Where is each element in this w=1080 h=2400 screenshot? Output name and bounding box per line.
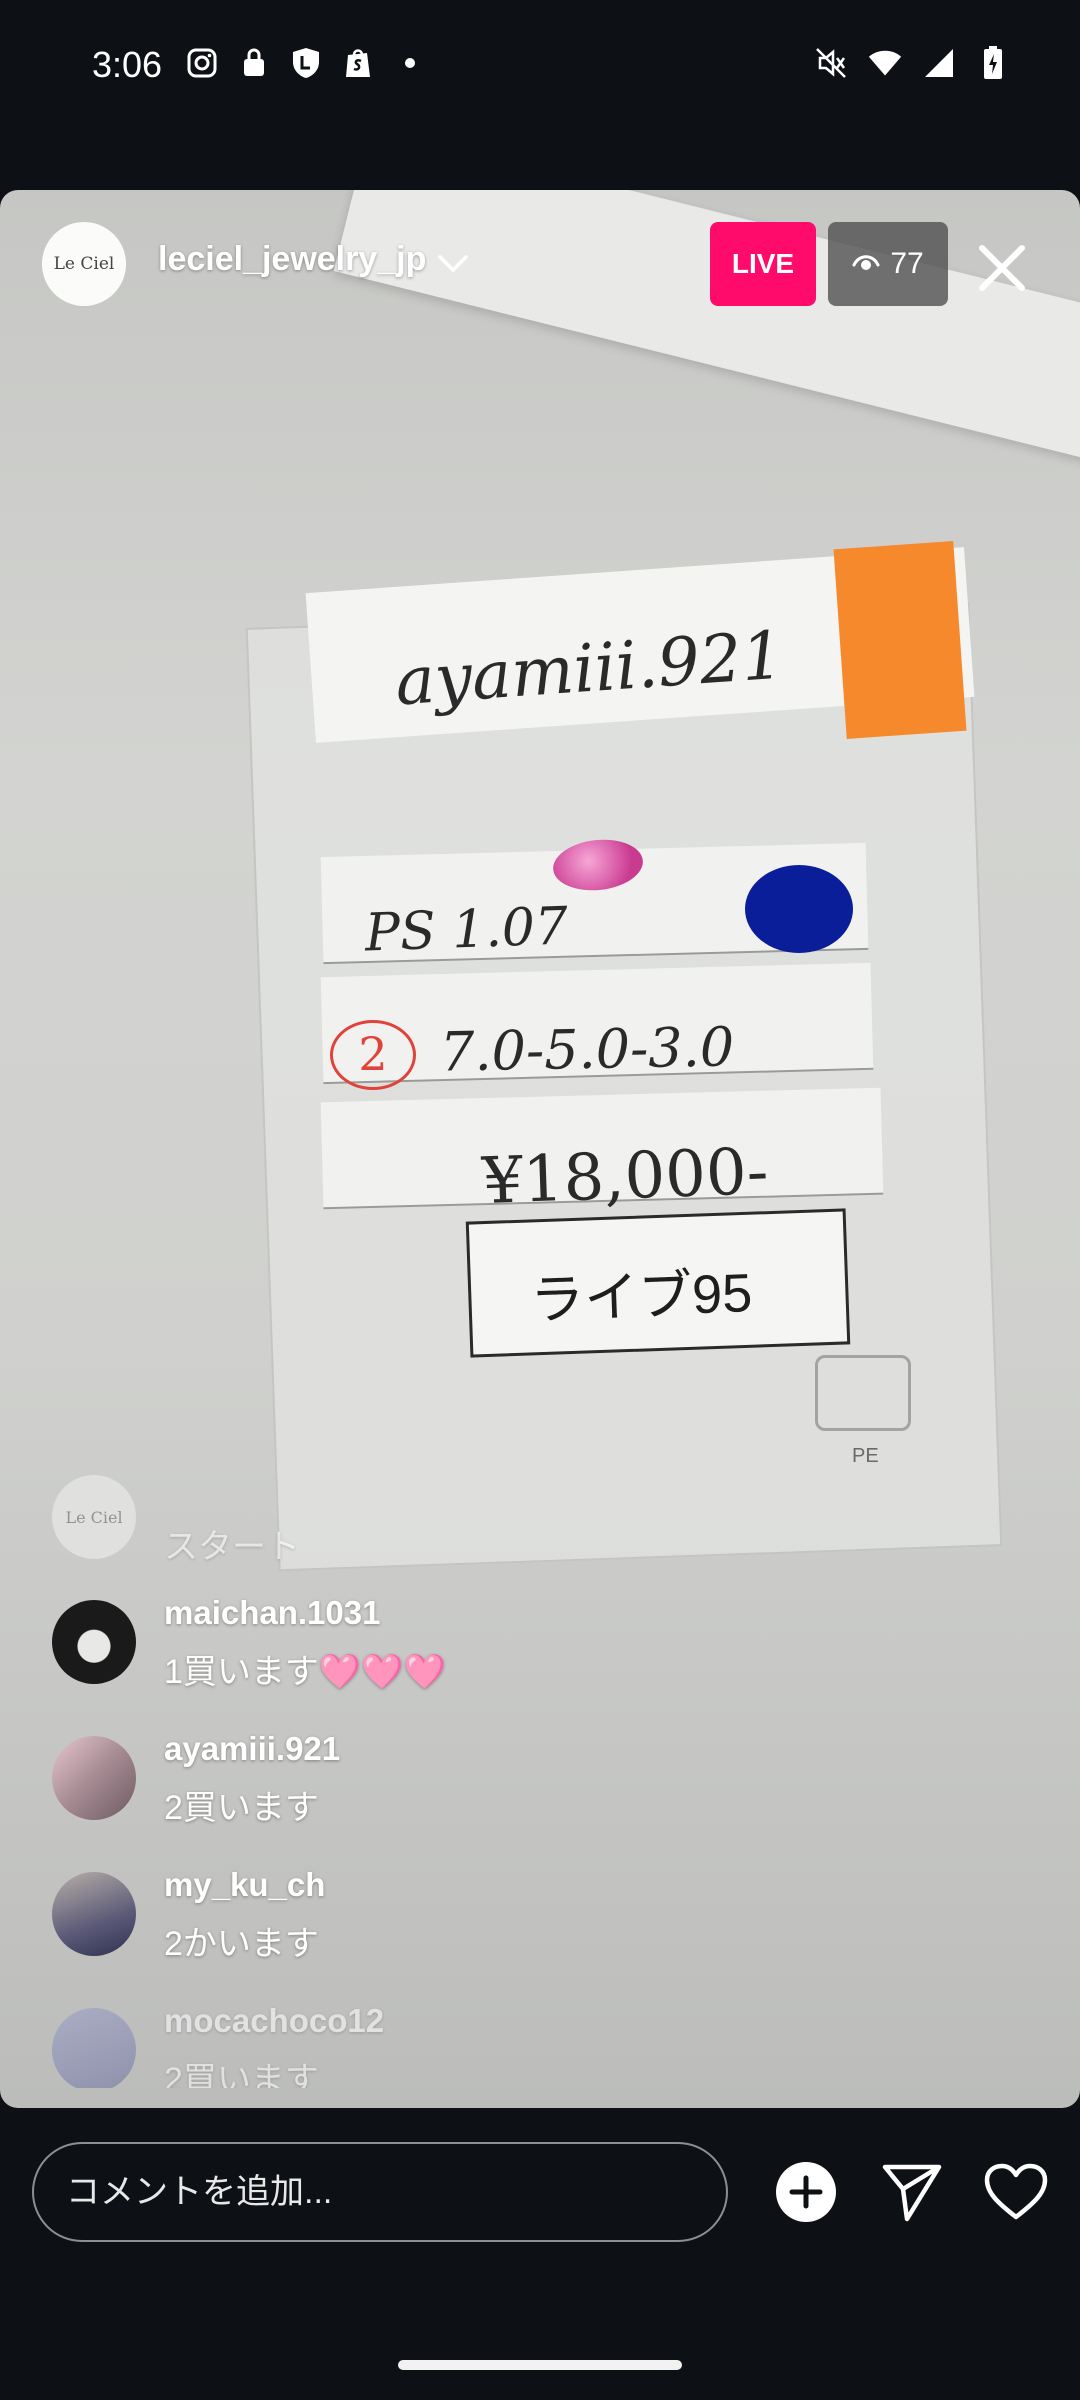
avatar[interactable] [52, 1600, 136, 1684]
list-item: ayamiii.921 2買います [52, 1726, 752, 1846]
live-number-text: ライブ95 [529, 1263, 754, 1331]
list-item: mocachoco12 2買います [52, 1998, 752, 2088]
circled-number: 2 [330, 1020, 416, 1090]
avatar[interactable] [52, 2008, 136, 2088]
comment-text: 2かいます [164, 1925, 319, 1963]
shield-l-icon [289, 46, 323, 80]
share-button[interactable] [874, 2154, 950, 2230]
viewer-count: 77 [890, 247, 924, 280]
signal-icon [922, 46, 956, 80]
add-button[interactable] [768, 2154, 844, 2230]
comment-username[interactable]: ayamiii.921 [164, 1730, 340, 1768]
comment-username[interactable]: maichan.1031 [164, 1594, 380, 1632]
comment-text: 2買います [164, 2061, 319, 2088]
comment-input[interactable] [32, 2142, 728, 2242]
avatar[interactable] [52, 1872, 136, 1956]
list-item: my_ku_ch 2かいます [52, 1862, 752, 1982]
live-header: Le Ciel leciel_jewelry_jp LIVE 77 [0, 190, 1080, 340]
status-bar: 3:06 [0, 0, 1080, 135]
live-badge: LIVE [710, 222, 816, 306]
lock-bag-icon [237, 46, 271, 80]
comment-text: スタート [164, 1528, 300, 1566]
close-button[interactable] [970, 236, 1034, 300]
avatar[interactable] [52, 1736, 136, 1820]
system-icons [814, 46, 1010, 80]
list-item: Le Ciel スタート [52, 1465, 752, 1585]
host-username[interactable]: leciel_jewelry_jp [158, 240, 426, 279]
list-item: maichan.1031 1買います🩷🩷🩷 [52, 1590, 752, 1710]
avatar[interactable]: Le Ciel [52, 1475, 136, 1559]
mute-icon [814, 46, 848, 80]
comment-username[interactable]: my_ku_ch [164, 1866, 325, 1904]
chevron-down-icon[interactable] [436, 246, 470, 285]
recycle-label: PE [852, 1445, 879, 1467]
viewer-count-badge[interactable]: 77 [828, 222, 948, 306]
shopify-icon [341, 46, 375, 80]
handwritten-price: ¥18,000- [480, 1135, 770, 1219]
wifi-icon [868, 46, 902, 80]
blue-sticker [745, 865, 853, 953]
dot-icon [393, 46, 427, 80]
instagram-icon [185, 46, 219, 80]
notification-icons [185, 46, 427, 80]
eye-icon [852, 247, 880, 281]
comment-text: 2買います [164, 1789, 319, 1827]
status-time: 3:06 [92, 44, 163, 85]
battery-charging-icon [976, 46, 1010, 80]
avatar-logo-text: Le Ciel [53, 254, 115, 274]
host-avatar[interactable]: Le Ciel [42, 222, 126, 306]
bottom-bar [0, 2108, 1080, 2278]
close-icon [979, 245, 1025, 291]
heart-icon [984, 2163, 1048, 2220]
home-indicator[interactable] [398, 2360, 682, 2370]
like-button[interactable] [978, 2154, 1054, 2230]
recycle-icon [815, 1355, 911, 1431]
comment-text: 1買います🩷🩷🩷 [164, 1653, 446, 1691]
handwritten-dimensions: 7.0-5.0-3.0 [439, 1015, 735, 1084]
plus-circle-icon [776, 2162, 836, 2222]
comment-username[interactable]: mocachoco12 [164, 2002, 384, 2040]
send-icon [882, 2164, 942, 2222]
handwritten-carat: PS 1.07 [364, 896, 569, 964]
orange-tab [833, 541, 967, 739]
